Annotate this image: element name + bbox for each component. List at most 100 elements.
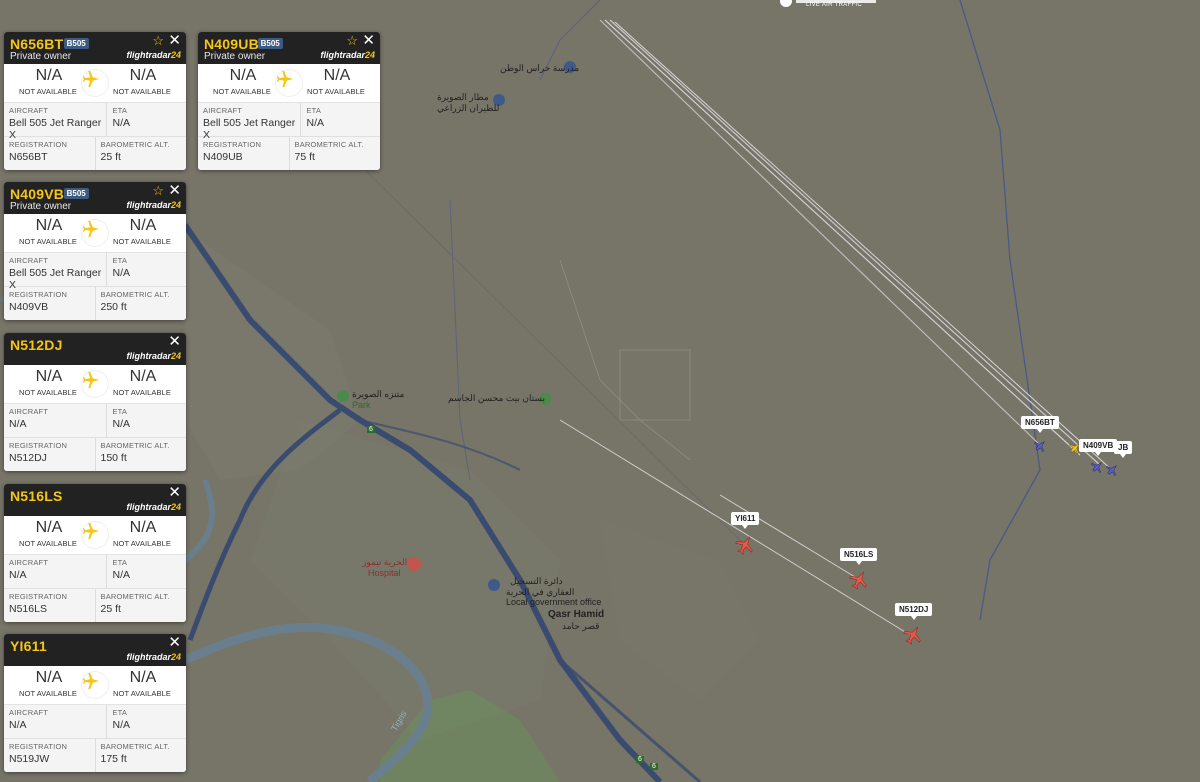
origin-code: N/A bbox=[229, 67, 257, 84]
altitude-label: BAROMETRIC ALT. bbox=[100, 742, 170, 751]
map-label-n656bt[interactable]: N656BT bbox=[1021, 416, 1059, 433]
callsign[interactable]: N409VB bbox=[10, 186, 64, 202]
map-label-yi611[interactable]: YI611 bbox=[731, 512, 760, 529]
office-label-en: Local government office bbox=[506, 597, 602, 607]
close-icon[interactable]: ✕ bbox=[168, 484, 181, 502]
card-header: N409UB B505 Private owner flightradar24 ☆ ✕ bbox=[198, 32, 380, 64]
brand-number: 24 bbox=[364, 50, 375, 60]
registration-row: REGISTRATION N656BT BAROMETRIC ALT. 25 ft bbox=[4, 137, 186, 170]
eta-value: N/A bbox=[112, 719, 130, 731]
flight-card-n512dj[interactable]: N512DJ flightradar24 ✕ N/A NOT AVAILABLE N/A N… bbox=[4, 333, 186, 471]
registration-label: REGISTRATION bbox=[9, 742, 68, 751]
aircraft-label: AIRCRAFT bbox=[9, 256, 49, 265]
registration-row: REGISTRATION N409UB BAROMETRIC ALT. 75 ft bbox=[198, 137, 380, 170]
altitude-value: 175 ft bbox=[100, 753, 127, 765]
flight-card-n516ls[interactable]: N516LS flightradar24 ✕ N/A NOT AVAILABLE N/A N… bbox=[4, 484, 186, 622]
eta-cell: ETA N/A bbox=[106, 555, 186, 588]
orchard-label: بستان بيت محسن الجاسم bbox=[448, 393, 545, 403]
aircraft-cell: AIRCRAFT Bell 505 Jet Ranger X bbox=[4, 253, 106, 291]
aircraft-row: AIRCRAFT Bell 505 Jet Ranger X ETA N/A bbox=[4, 253, 186, 291]
flight-card-n409ub[interactable]: N409UB B505 Private owner flightradar24 ☆ ✕ N/… bbox=[198, 32, 380, 170]
origin-code: N/A bbox=[35, 368, 63, 385]
registration-value: N516LS bbox=[9, 603, 47, 615]
registration-value: N409UB bbox=[203, 151, 243, 163]
callsign[interactable]: N516LS bbox=[10, 488, 63, 504]
aircraft-type-badge: B505 bbox=[63, 38, 89, 49]
close-icon[interactable]: ✕ bbox=[168, 333, 181, 351]
brand-text: flightradar bbox=[126, 652, 171, 662]
destination-status: NOT AVAILABLE bbox=[113, 388, 171, 397]
aircraft-row: AIRCRAFT N/A ETA N/A bbox=[4, 705, 186, 739]
hospital-label-en: Hospital bbox=[368, 568, 401, 578]
school-label: مدرسة حراس الوطن bbox=[500, 63, 580, 73]
map-label-n516ls[interactable]: N516LS bbox=[840, 548, 878, 565]
close-icon[interactable]: ✕ bbox=[362, 32, 375, 50]
origin-code: N/A bbox=[35, 67, 63, 84]
hospital-pin-icon[interactable] bbox=[407, 557, 421, 571]
close-icon[interactable]: ✕ bbox=[168, 634, 181, 652]
origin-code: N/A bbox=[35, 217, 63, 234]
brand-text: flightradar bbox=[126, 351, 171, 361]
flight-card-yi611[interactable]: YI611 flightradar24 ✕ N/A NOT AVAILABLE N/A NO… bbox=[4, 634, 186, 772]
aircraft-value: N/A bbox=[9, 418, 27, 430]
eta-cell: ETA N/A bbox=[106, 103, 186, 136]
map-label-n409ub[interactable]: JB bbox=[1114, 441, 1133, 458]
eta-cell: ETA N/A bbox=[106, 404, 186, 437]
destination-status: NOT AVAILABLE bbox=[113, 539, 171, 548]
flightradar-brand: flightradar24 bbox=[320, 50, 375, 60]
aircraft-label: AIRCRAFT bbox=[9, 106, 49, 115]
map-label-n409vb[interactable]: N409VB bbox=[1079, 439, 1118, 456]
callsign[interactable]: N656BT bbox=[10, 36, 63, 52]
callsign[interactable]: N409UB bbox=[204, 36, 259, 52]
close-icon[interactable]: ✕ bbox=[168, 182, 181, 200]
flight-card-n656bt[interactable]: N656BT B505 Private owner flightradar24 ☆ ✕ N/… bbox=[4, 32, 186, 170]
destination-status: NOT AVAILABLE bbox=[307, 87, 365, 96]
star-icon[interactable]: ☆ bbox=[152, 33, 164, 49]
aircraft-value: N/A bbox=[9, 719, 27, 731]
route-row: N/A NOT AVAILABLE N/A NOT AVAILABLE bbox=[198, 64, 380, 103]
aircraft-value: N/A bbox=[9, 569, 27, 581]
aircraft-row: AIRCRAFT N/A ETA N/A bbox=[4, 555, 186, 589]
star-icon[interactable]: ☆ bbox=[346, 33, 358, 49]
eta-value: N/A bbox=[112, 418, 130, 430]
registration-value: N409VB bbox=[9, 301, 49, 313]
registration-value: N512DJ bbox=[9, 452, 47, 464]
aircraft-label: AIRCRAFT bbox=[9, 407, 49, 416]
road-shield: 6 bbox=[367, 426, 375, 433]
altitude-value: 150 ft bbox=[100, 452, 127, 464]
registration-row: REGISTRATION N512DJ BAROMETRIC ALT. 150 ft bbox=[4, 438, 186, 471]
altitude-cell: BAROMETRIC ALT. 250 ft bbox=[94, 287, 187, 320]
registration-label: REGISTRATION bbox=[9, 441, 68, 450]
close-icon[interactable]: ✕ bbox=[168, 32, 181, 50]
altitude-label: BAROMETRIC ALT. bbox=[100, 290, 170, 299]
origin-status: NOT AVAILABLE bbox=[19, 237, 77, 246]
office-pin-icon[interactable] bbox=[488, 579, 500, 591]
altitude-value: 25 ft bbox=[100, 151, 121, 163]
flight-card-n409vb[interactable]: N409VB B505 Private owner flightradar24 ☆ ✕ N/… bbox=[4, 182, 186, 320]
destination-code: N/A bbox=[323, 67, 351, 84]
aircraft-cell: AIRCRAFT N/A bbox=[4, 404, 106, 437]
callsign[interactable]: YI611 bbox=[10, 638, 47, 654]
origin-status: NOT AVAILABLE bbox=[19, 689, 77, 698]
destination-code: N/A bbox=[129, 368, 157, 385]
office-label-ar-1: دائرة التسجيل bbox=[510, 576, 563, 586]
owner-label: Private owner bbox=[204, 51, 266, 62]
aircraft-label: AIRCRAFT bbox=[9, 558, 49, 567]
callsign[interactable]: N512DJ bbox=[10, 337, 63, 353]
destination-code: N/A bbox=[129, 519, 157, 536]
map-label-n512dj[interactable]: N512DJ bbox=[895, 603, 933, 620]
flightradar-brand: flightradar24 bbox=[126, 50, 181, 60]
hospital-label-ar: الحرية تيموز bbox=[362, 557, 408, 567]
park-label-en: Park bbox=[352, 400, 371, 410]
registration-row: REGISTRATION N519JW BAROMETRIC ALT. 175 ft bbox=[4, 739, 186, 772]
eta-label: ETA bbox=[112, 407, 128, 416]
star-icon[interactable]: ☆ bbox=[152, 183, 164, 199]
registration-cell: REGISTRATION N512DJ bbox=[4, 438, 95, 471]
eta-value: N/A bbox=[112, 117, 130, 129]
origin-code: N/A bbox=[35, 519, 63, 536]
park-label-ar: متنزه الصويرة bbox=[352, 389, 405, 399]
flightradar-brand: flightradar24 bbox=[126, 652, 181, 662]
eta-label: ETA bbox=[306, 106, 322, 115]
park-pin-icon[interactable] bbox=[337, 390, 349, 402]
route-row: N/A NOT AVAILABLE N/A NOT AVAILABLE bbox=[4, 516, 186, 555]
